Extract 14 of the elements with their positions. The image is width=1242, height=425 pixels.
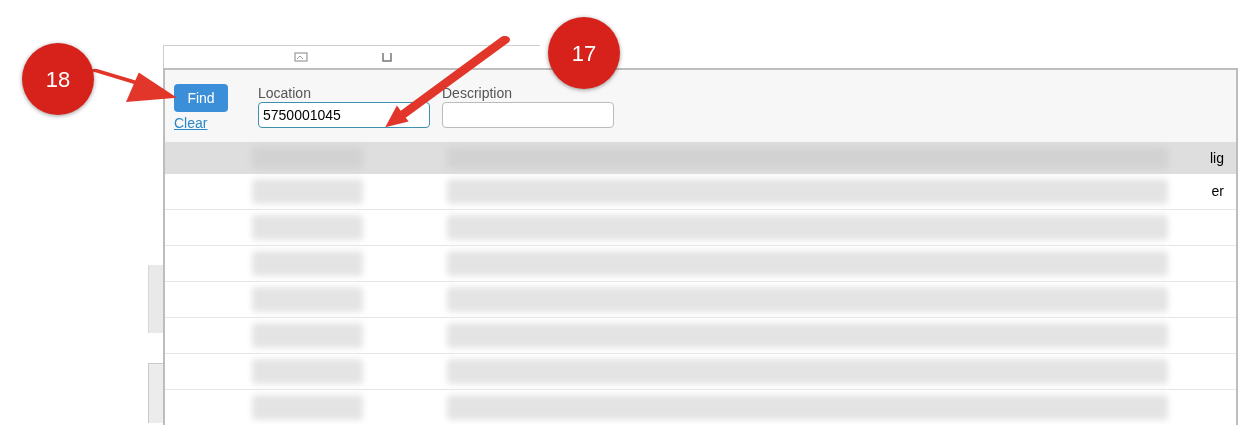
find-button[interactable]: Find [174,84,228,112]
input-field[interactable]: 5750001045 [258,102,430,128]
table-cell-text: er [1211,182,1224,201]
side-tab[interactable] [148,265,163,333]
field-label: Description [442,84,514,102]
image-icon[interactable] [294,52,308,62]
callout-badge: 18 [22,43,94,115]
field-label: Location [258,84,312,102]
clear-link[interactable]: Clear [174,116,228,130]
callout-badge: 17 [548,17,620,89]
side-tab[interactable] [148,363,163,423]
table-cell-text: lig [1210,148,1224,168]
checkbox-icon[interactable] [382,52,392,62]
input-field[interactable] [442,102,614,128]
